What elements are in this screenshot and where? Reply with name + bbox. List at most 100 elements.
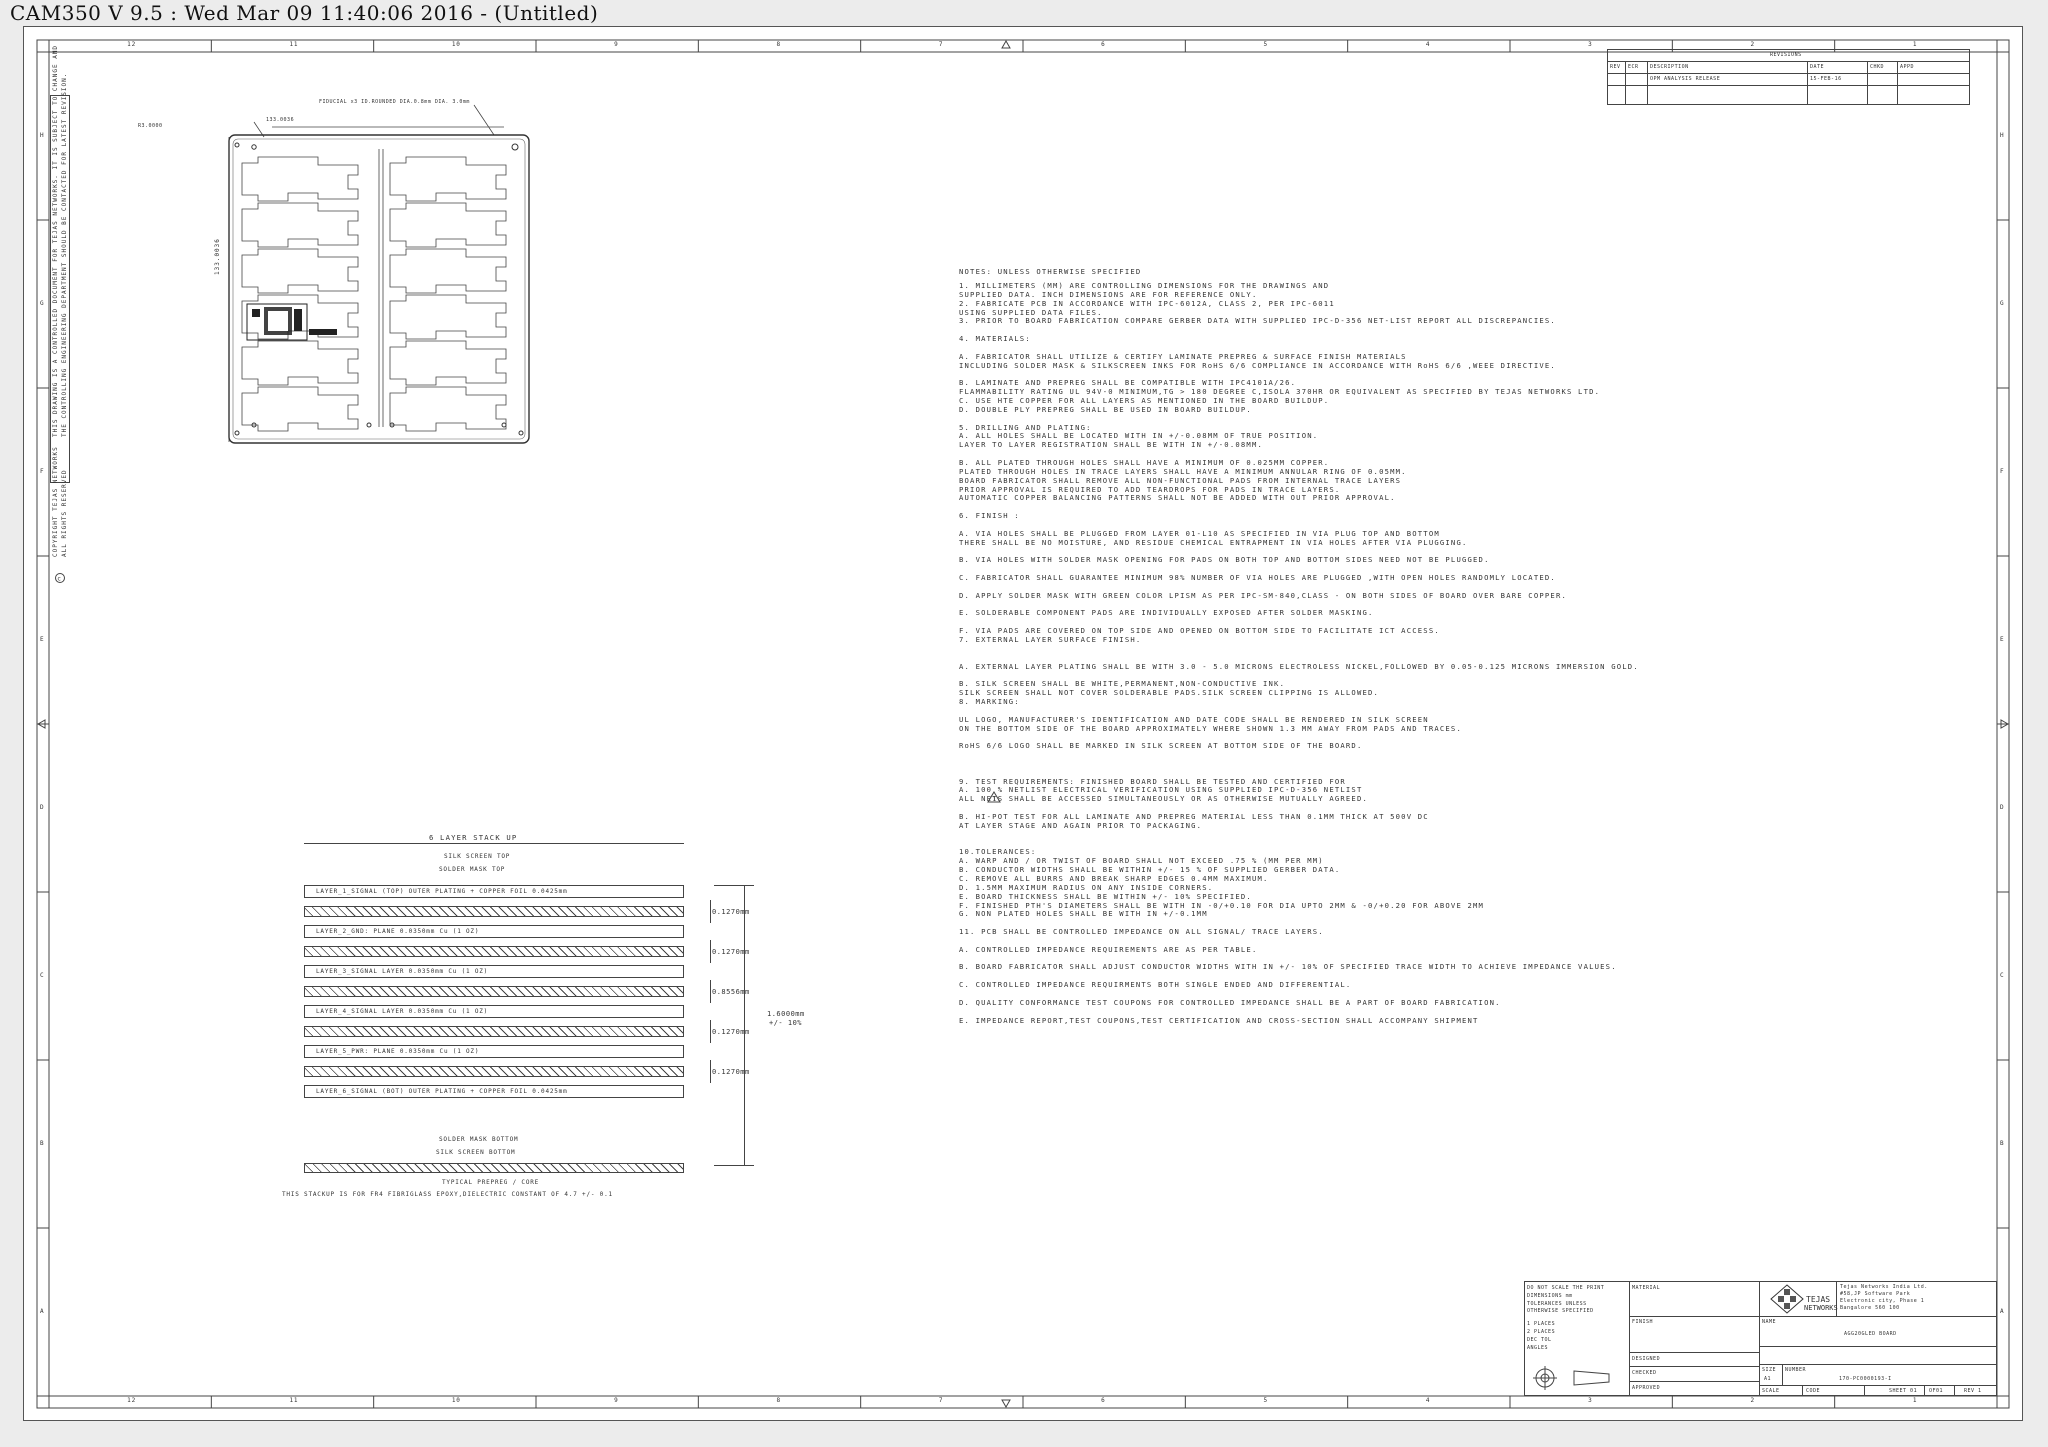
note-line: AUTOMATIC COPPER BALANCING PATTERNS SHAL… xyxy=(959,493,1396,503)
note-line: D. APPLY SOLDER MASK WITH GREEN COLOR LP… xyxy=(959,590,1567,600)
note-line: 3. PRIOR TO BOARD FABRICATION COMPARE GE… xyxy=(959,316,1556,326)
name-label: NAME xyxy=(1762,1319,1777,1325)
frame-column-label: 7 xyxy=(938,41,944,48)
frame-row-label: E xyxy=(40,636,45,643)
svg-text:c: c xyxy=(58,576,61,583)
layer-label: LAYER_3_SIGNAL LAYER 0.0350mm Cu (1 OZ) xyxy=(316,968,489,975)
frame-column-label: 9 xyxy=(614,41,619,48)
panel-board-outline xyxy=(241,248,359,294)
total-thickness: 1.6000mm xyxy=(767,1010,805,1018)
drawing-name: AGG20GLED BOARD xyxy=(1844,1331,1897,1337)
note-line: PRIOR APPROVAL IS REQUIRED TO ADD TEARDR… xyxy=(959,484,1341,494)
tol-2-places: 2 PLACES xyxy=(1527,1329,1556,1335)
revisions-divider xyxy=(1867,61,1868,105)
address-4: Bangalore 560 100 xyxy=(1840,1305,1900,1311)
dimension-line xyxy=(710,900,711,923)
panel-outline xyxy=(228,104,530,444)
drawing-canvas[interactable]: THIS DRAWING IS A CONTROLLED DOCUMENT FO… xyxy=(23,26,2023,1421)
address-3: Electronic city, Phase 1 xyxy=(1840,1298,1925,1304)
company-name: TEJAS xyxy=(1806,1295,1831,1304)
finish-label: FINISH xyxy=(1632,1319,1654,1325)
window-titlebar: CAM350 V 9.5 : Wed Mar 09 11:40:06 2016 … xyxy=(0,0,2048,25)
note-line: BOARD FABRICATOR SHALL REMOVE ALL NON-FU… xyxy=(959,475,1402,485)
note-line: ON THE BOTTOM SIDE OF THE BOARD APPROXIM… xyxy=(959,723,1462,733)
frame-column-label: 2 xyxy=(1750,1397,1755,1404)
legend-line-1: THIS DRAWING IS A CONTROLLED DOCUMENT FO… xyxy=(52,44,59,437)
note-line: 2. FABRICATE PCB IN ACCORDANCE WITH IPC-… xyxy=(959,298,1335,308)
layer-label: LAYER_6_SIGNAL (BOT) OUTER PLATING + COP… xyxy=(316,1088,568,1095)
panel-board-outline xyxy=(241,156,359,202)
note-line: 8. MARKING: xyxy=(959,696,1020,706)
revisions-divider xyxy=(1625,61,1626,105)
frame-column-label: 6 xyxy=(1101,41,1106,48)
sheet-of: OF01 xyxy=(1929,1388,1944,1394)
projection-symbol-icon xyxy=(1533,1366,1610,1390)
revisions-header: DESCRIPTION xyxy=(1650,64,1689,70)
note-line: USING SUPPLIED DATA FILES. xyxy=(959,307,1103,317)
note-line: D. DOUBLE PLY PREPREG SHALL BE USED IN B… xyxy=(959,404,1252,414)
mask-top-label: SOLDER MASK TOP xyxy=(439,866,506,873)
note-line: A. ALL HOLES SHALL BE LOCATED WITH IN +/… xyxy=(959,431,1319,441)
note-line: D. QUALITY CONFORMANCE TEST COUPONS FOR … xyxy=(959,997,1501,1007)
panel-board-outline xyxy=(241,340,359,386)
tolerances-note: TOLERANCES UNLESS xyxy=(1527,1301,1587,1307)
frame-row-label: G xyxy=(2000,300,2005,307)
layer-stackup: 6 LAYER STACK UP SILK SCREEN TOP SOLDER … xyxy=(224,833,824,1213)
frame-column-label: 7 xyxy=(938,1397,944,1404)
silk-bottom-label: SILK SCREEN BOTTOM xyxy=(436,1149,516,1156)
note-line: SILK SCREEN SHALL NOT COVER SOLDERABLE P… xyxy=(959,688,1380,698)
frame-column-label: 5 xyxy=(1263,1397,1268,1404)
note-line: E. SOLDERABLE COMPONENT PADS ARE INDIVID… xyxy=(959,608,1374,618)
frame-column-label: 1 xyxy=(1912,1397,1918,1404)
copyright-line-2: ALL RIGHTS RESERVED xyxy=(61,469,68,557)
revisions-divider xyxy=(1647,61,1648,105)
tol-dec: DEC TOL xyxy=(1527,1337,1552,1343)
pcb-panel-drawing: FIDUCIAL x3 ID.ROUNDED DIA.0.8mm DIA. 3.… xyxy=(134,97,554,477)
note-line: B. ALL PLATED THROUGH HOLES SHALL HAVE A… xyxy=(959,458,1330,467)
note-line: A. CONTROLLED IMPEDANCE REQUIREMENTS ARE… xyxy=(959,944,1258,954)
mask-bottom-label: SOLDER MASK BOTTOM xyxy=(439,1136,519,1143)
total-tolerance: +/- 10% xyxy=(769,1019,803,1027)
layer-label: LAYER_2_GND: PLANE 0.0350mm Cu (1 OZ) xyxy=(316,928,480,935)
note-line: 10.TOLERANCES: xyxy=(959,847,1037,857)
panel-board-outline xyxy=(241,202,359,248)
frame-column-label: 1 xyxy=(1912,41,1918,48)
note-line: 6. FINISH : xyxy=(959,511,1020,521)
window-title: CAM350 V 9.5 : Wed Mar 09 11:40:06 2016 … xyxy=(10,1,599,25)
silk-top-label: SILK SCREEN TOP xyxy=(444,853,511,860)
note-line: 7. EXTERNAL LAYER SURFACE FINISH. xyxy=(959,635,1142,644)
size-label: SIZE xyxy=(1762,1367,1777,1373)
prepreg-legend-swatch xyxy=(304,1163,684,1173)
company-name-2: NETWORKS xyxy=(1804,1304,1838,1312)
frame-column-label: 8 xyxy=(776,1397,781,1404)
note-line: 1. MILLIMETERS (MM) ARE CONTROLLING DIME… xyxy=(959,281,1330,290)
sheet-number: SHEET 01 xyxy=(1889,1388,1918,1394)
dimension-line xyxy=(710,1020,711,1043)
note-line: F. VIA PADS ARE COVERED ON TOP SIDE AND … xyxy=(959,626,1440,636)
note-line: E. BOARD THICKNESS SHALL BE WITHIN +/- 1… xyxy=(959,891,1252,901)
note-line: A. EXTERNAL LAYER PLATING SHALL BE WITH … xyxy=(959,661,1639,671)
dimension-line xyxy=(710,1060,711,1083)
note-line: INCLUDING SOLDER MASK & SILKSCREEN INKS … xyxy=(959,360,1556,370)
frame-column-label: 3 xyxy=(1588,41,1593,48)
address-1: Tejas Networks India Ltd. xyxy=(1840,1284,1928,1290)
note-line: RoHS 6/6 LOGO SHALL BE MARKED IN SILK SC… xyxy=(959,741,1363,751)
note-line: C. REMOVE ALL BURRS AND BREAK SHARP EDGE… xyxy=(959,873,1269,883)
revisions-table: REVISIONS REV ECR DESCRIPTION DATE CHKD APPD … xyxy=(1607,49,1970,105)
note-line: FLAMMABILITY RATING UL 94V-0 MINIMUM,TG … xyxy=(959,387,1601,397)
approved-label: APPROVED xyxy=(1632,1385,1661,1391)
frame-row-label: F xyxy=(40,468,45,475)
prepreg-layer xyxy=(304,986,684,997)
frame-column-label: 6 xyxy=(1101,1397,1106,1404)
scale-label: SCALE xyxy=(1762,1388,1780,1394)
number-label: NUMBER xyxy=(1785,1367,1807,1373)
note-line: B. BOARD FABRICATOR SHALL ADJUST CONDUCT… xyxy=(959,962,1617,972)
note-line: C. USE HTE COPPER FOR ALL LAYERS AS MENT… xyxy=(959,396,1330,406)
revisions-cell: OPM ANALYSIS RELEASE xyxy=(1650,76,1721,82)
drawing-number: 170-PC0000193-I xyxy=(1839,1376,1892,1382)
note-line: 5. DRILLING AND PLATING: xyxy=(959,422,1092,432)
frame-row-label: B xyxy=(40,1140,45,1147)
frame-row-label: E xyxy=(2000,636,2005,643)
note-line: A. FABRICATOR SHALL UTILIZE & CERTIFY LA… xyxy=(959,351,1407,361)
note-line: ALL NETS SHALL BE ACCESSED SIMULTANEOUSL… xyxy=(959,794,1369,804)
